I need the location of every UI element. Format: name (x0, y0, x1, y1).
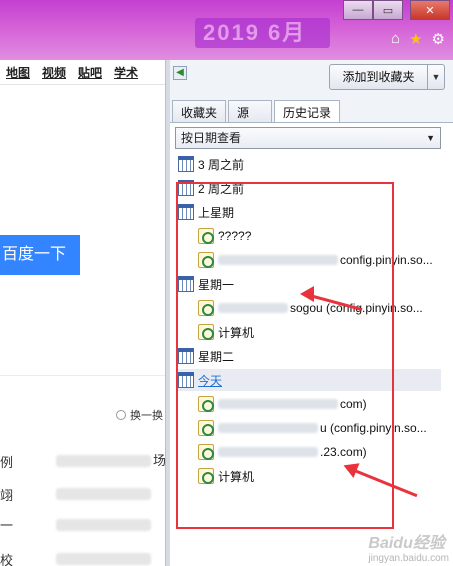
view-by-select[interactable]: 按日期查看 ▼ (175, 127, 441, 149)
watermark-logo: Baidu经验 (368, 535, 445, 552)
nav-divider (0, 84, 165, 85)
radio-label: 换一换 (130, 410, 163, 422)
nav-xueshu[interactable]: 学术 (108, 60, 144, 84)
nav-map[interactable]: 地图 (0, 60, 36, 84)
chevron-down-icon[interactable]: ▼ (426, 128, 435, 148)
list-item-label: 一 (0, 518, 14, 533)
list-item-right: 场 (153, 453, 165, 468)
content-divider (0, 375, 165, 376)
add-to-favorites-label[interactable]: 添加到收藏夹 (330, 65, 428, 89)
window-titlebar: 2019 6月 — ▭ ✕ ⌂ ★ ⚙ (0, 0, 453, 60)
list-item-label: 校 (0, 553, 14, 566)
top-nav: 地图 视频 贴吧 学术 (0, 60, 144, 84)
nav-video[interactable]: 视频 (36, 60, 72, 84)
list-item-label: 翊 (0, 488, 14, 503)
home-icon[interactable]: ⌂ (391, 30, 400, 48)
panel-tabs: 收藏夹 源 历史记录 (172, 100, 341, 123)
pin-panel-icon[interactable]: ◀ (173, 66, 187, 80)
chevron-down-icon[interactable]: ▼ (428, 65, 444, 89)
blurred-text (56, 553, 151, 565)
blurred-text (56, 455, 151, 467)
watermark: Baidu经验 jingyan.baidu.com (368, 529, 449, 564)
tab-history[interactable]: 历史记录 (274, 100, 341, 123)
title-banner: 2019 6月 (195, 18, 330, 48)
gear-icon[interactable]: ⚙ (432, 30, 445, 48)
watermark-url: jingyan.baidu.com (368, 553, 449, 564)
star-icon[interactable]: ★ (409, 30, 422, 48)
tab-feeds[interactable]: 源 (228, 100, 273, 122)
calendar-icon (178, 156, 194, 172)
restore-button[interactable]: ▭ (373, 0, 403, 20)
toolbar-icons: ⌂ ★ ⚙ (391, 30, 445, 48)
view-by-value: 按日期查看 (181, 131, 242, 145)
blurred-text (56, 488, 151, 500)
minimize-button[interactable]: — (343, 0, 373, 20)
tab-favorites[interactable]: 收藏夹 (172, 100, 227, 122)
radio-button[interactable] (116, 410, 126, 420)
annotation-box (176, 182, 394, 529)
arrow-head (300, 286, 314, 302)
list-item-label: 例 (0, 455, 14, 470)
history-folder[interactable]: 3 周之前 (178, 153, 244, 175)
web-content: 地图 视频 贴吧 学术 百度一下 换一换 例 场 翊 一 校 (0, 60, 165, 566)
add-to-favorites-button[interactable]: 添加到收藏夹 ▼ (329, 64, 445, 90)
close-button[interactable]: ✕ (410, 0, 450, 20)
search-button[interactable]: 百度一下 (0, 235, 80, 275)
blurred-text (56, 519, 151, 531)
history-folder-label: 3 周之前 (198, 157, 245, 172)
nav-tieba[interactable]: 贴吧 (72, 60, 108, 84)
